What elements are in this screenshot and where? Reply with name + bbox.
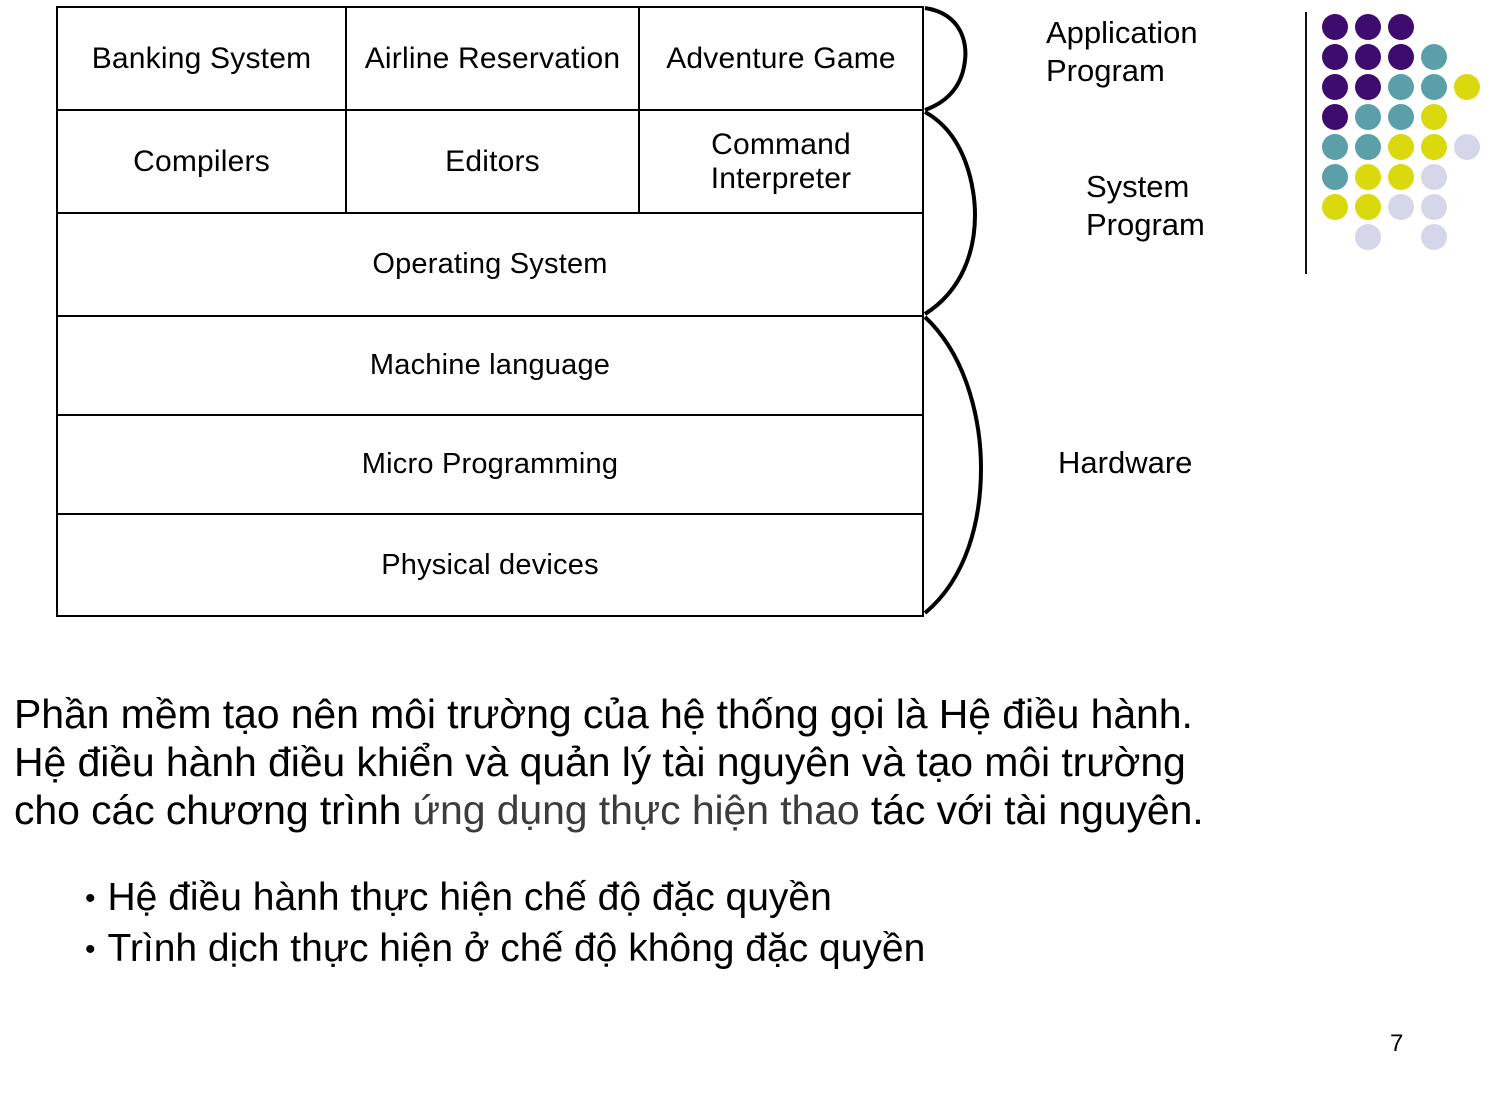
body-line-1: Phần mềm tạo nên môi trường của hệ thống… (14, 691, 1193, 737)
logo-dot-lavender (1421, 164, 1447, 190)
label-application-program: Application Program (1046, 15, 1198, 88)
logo-dot-purple (1355, 74, 1381, 100)
cell-adventure-game: Adventure Game (666, 41, 896, 75)
bullet-item-2: • Trình dịch thực hiện ở chế độ không đặ… (85, 923, 1385, 974)
cell-machine-language: Machine language (369, 349, 611, 382)
logo-dot-yellow (1388, 134, 1414, 160)
logo-dot-yellow (1388, 164, 1414, 190)
label-hardware: Hardware (1058, 445, 1193, 480)
cell-physical-devices: Physical devices (381, 548, 599, 581)
diagram-row-machine-language: Machine language (56, 315, 924, 416)
brace-application (924, 6, 968, 112)
bullet-marker-icon: • (85, 933, 96, 966)
cell-compilers: Compilers (58, 111, 347, 212)
logo-dot-lavender (1421, 224, 1447, 250)
logo-dot-purple (1322, 104, 1348, 130)
logo-dot-teal (1388, 104, 1414, 130)
body-paragraph: Phần mềm tạo nên môi trường của hệ thống… (14, 690, 1484, 834)
body-line-3-part-a: cho các chương trình (14, 787, 413, 833)
bullet-text-2: Trình dịch thực hiện ở chế độ không đặc … (107, 927, 926, 970)
logo-dot-yellow (1454, 74, 1480, 100)
vertical-divider (1305, 12, 1307, 274)
body-line-2: Hệ điều hành điều khiển và quản lý tài n… (14, 739, 1186, 785)
diagram-row-micro-programming: Micro Programming (56, 414, 924, 515)
os-layer-diagram: Banking System Airline Reservation Adven… (56, 6, 924, 617)
body-line-3-part-b: ứng dụng thực hiện thao (412, 787, 860, 833)
diagram-row-operating-system: Operating System (56, 212, 924, 317)
grouping-braces (923, 6, 984, 615)
bullet-marker-icon: • (85, 882, 96, 915)
cell-banking-system: Banking System (58, 8, 347, 109)
bullet-text-1: Hệ điều hành thực hiện chế độ đặc quyền (107, 876, 832, 919)
label-system-program: System Program (1086, 169, 1205, 242)
logo-dot-lavender (1355, 224, 1381, 250)
diagram-row-system-program: Compilers Editors Command Interpreter (56, 109, 924, 214)
logo-dot-yellow (1421, 104, 1447, 130)
bullet-list: • Hệ điều hành thực hiện chế độ đặc quyề… (85, 872, 1385, 974)
cell-operating-system: Operating System (372, 248, 608, 281)
diagram-row-physical-devices: Physical devices (56, 513, 924, 617)
logo-dot-purple (1388, 44, 1414, 70)
logo-dot-lavender (1388, 194, 1414, 220)
cell-airline-reservation: Airline Reservation (347, 8, 640, 109)
brace-hardware (923, 315, 984, 615)
brace-system (923, 110, 978, 316)
cell-micro-programming: Micro Programming (361, 448, 619, 481)
logo-dot-teal (1355, 134, 1381, 160)
body-line-3-part-c: tác với tài nguyên. (859, 787, 1204, 833)
logo-dot-teal (1355, 104, 1381, 130)
body-line-3: cho các chương trình ứng dụng thực hiện … (14, 786, 1484, 834)
dot-grid-logo (1322, 14, 1488, 254)
page-number: 7 (1390, 1030, 1404, 1057)
logo-dot-teal (1388, 74, 1414, 100)
logo-dot-teal (1421, 74, 1447, 100)
diagram-row-application: Banking System Airline Reservation Adven… (56, 6, 924, 111)
logo-dot-purple (1388, 14, 1414, 40)
logo-dot-purple (1322, 44, 1348, 70)
logo-dot-lavender (1421, 194, 1447, 220)
bullet-item-1: • Hệ điều hành thực hiện chế độ đặc quyề… (85, 872, 1385, 923)
logo-dot-yellow (1355, 194, 1381, 220)
logo-dot-purple (1355, 14, 1381, 40)
logo-dot-purple (1355, 44, 1381, 70)
logo-dot-purple (1322, 14, 1348, 40)
cell-command-interpreter: Command Interpreter (710, 127, 852, 195)
logo-dot-teal (1322, 134, 1348, 160)
logo-dot-purple (1322, 74, 1348, 100)
cell-editors: Editors (347, 111, 640, 212)
logo-dot-yellow (1421, 134, 1447, 160)
logo-dot-yellow (1355, 164, 1381, 190)
logo-dot-teal (1421, 44, 1447, 70)
logo-dot-lavender (1454, 134, 1480, 160)
logo-dot-yellow (1322, 194, 1348, 220)
logo-dot-teal (1322, 164, 1348, 190)
